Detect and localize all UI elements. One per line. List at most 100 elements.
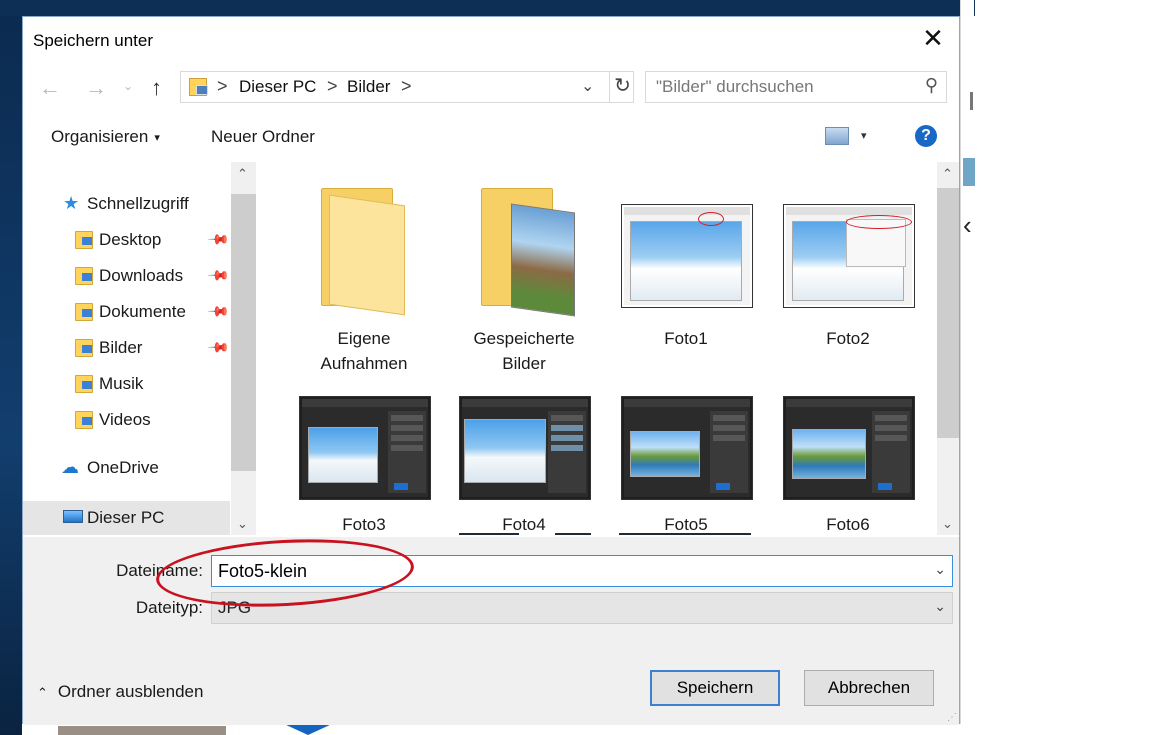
command-bar: Organisieren ▾ Neuer Ordner ▾ ? xyxy=(23,117,959,159)
pin-icon: 📌 xyxy=(207,335,231,359)
close-button[interactable]: ✕ xyxy=(915,23,951,55)
file-name: Gespeicherte xyxy=(473,329,575,348)
background-shape xyxy=(284,724,332,735)
folder-icon xyxy=(321,188,407,316)
music-folder-icon xyxy=(75,375,93,393)
image-thumbnail xyxy=(299,396,431,500)
image-tile[interactable]: Foto1 xyxy=(611,182,761,372)
partial-thumbnail xyxy=(459,533,519,535)
dialog-title: Speichern unter xyxy=(33,31,154,50)
organize-menu-button[interactable]: Organisieren ▾ xyxy=(51,127,160,147)
save-button[interactable]: Speichern xyxy=(650,670,780,706)
cloud-icon: ☁ xyxy=(61,457,79,477)
desktop-background-top xyxy=(0,0,975,16)
sidebar-item-onedrive[interactable]: ☁ OneDrive xyxy=(23,453,231,483)
search-input[interactable] xyxy=(646,72,916,102)
folder-with-photos-icon xyxy=(481,188,575,317)
partial-thumbnail xyxy=(555,533,591,535)
refresh-icon[interactable]: ↻ xyxy=(609,71,635,103)
pictures-folder-icon xyxy=(75,339,93,357)
breadcrumb-separator[interactable]: > xyxy=(217,76,228,97)
sidebar-item-dieser-pc[interactable]: Dieser PC xyxy=(23,501,230,535)
image-tile[interactable]: Foto2 xyxy=(773,182,923,372)
new-folder-button[interactable]: Neuer Ordner xyxy=(211,127,315,147)
recent-locations-chevron-icon[interactable]: ⌄ xyxy=(123,79,133,93)
scrollbar-thumb[interactable] xyxy=(231,194,256,471)
image-tile[interactable]: Foto3 xyxy=(289,362,439,534)
scroll-up-icon[interactable]: ⌃ xyxy=(237,166,248,182)
sidebar-item-videos[interactable]: Videos xyxy=(23,405,231,435)
file-name: Foto6 xyxy=(826,515,870,534)
file-name: Foto2 xyxy=(826,329,870,348)
cancel-button[interactable]: Abbrechen xyxy=(804,670,934,706)
background-window-edge: ‹ xyxy=(960,0,975,735)
desktop-background xyxy=(0,0,22,735)
image-thumbnail xyxy=(783,204,915,308)
desktop-folder-icon xyxy=(75,231,93,249)
image-thumbnail xyxy=(621,204,753,308)
file-list-scrollbar[interactable]: ⌃ ⌄ xyxy=(937,162,959,535)
help-button[interactable]: ? xyxy=(915,125,937,147)
sidebar-item-musik[interactable]: Musik xyxy=(23,369,231,399)
sidebar-item-dokumente[interactable]: Dokumente 📌 xyxy=(23,297,231,327)
chevron-left-icon: ‹ xyxy=(963,210,972,240)
caret-down-icon: ▾ xyxy=(154,132,160,145)
pin-icon: 📌 xyxy=(207,299,231,323)
breadcrumb-dieser-pc[interactable]: Dieser PC xyxy=(239,77,316,97)
background-window-bottom xyxy=(22,724,962,735)
save-options-panel: Dateiname: ⌄ Dateityp: JPG ⌄ ⌃Ordner aus… xyxy=(23,537,959,725)
view-options-caret-icon[interactable]: ▾ xyxy=(861,129,867,142)
scrollbar-thumb[interactable] xyxy=(937,188,959,438)
breadcrumb-separator[interactable]: > xyxy=(327,76,338,97)
filetype-label: Dateityp: xyxy=(135,598,203,617)
sidebar-item-label: Videos xyxy=(99,410,151,429)
back-arrow-icon[interactable]: ← xyxy=(39,75,61,101)
organize-label: Organisieren xyxy=(51,127,149,146)
folder-tile[interactable]: Gespeicherte Bilder xyxy=(449,182,599,373)
sidebar-item-label: Dokumente xyxy=(99,302,186,321)
background-divider xyxy=(970,92,973,110)
image-thumbnail xyxy=(459,396,591,500)
save-as-dialog: Speichern unter ✕ ← → ⌄ ↑ > Dieser PC > … xyxy=(22,16,960,725)
sidebar-item-label: Musik xyxy=(99,374,144,393)
scroll-up-icon[interactable]: ⌃ xyxy=(942,166,953,182)
background-image-fragment xyxy=(963,158,975,186)
sidebar-item-schnellzugriff[interactable]: ★ Schnellzugriff xyxy=(23,189,231,219)
navigation-scrollbar[interactable]: ⌃ ⌄ xyxy=(231,162,256,535)
sidebar-item-label: Bilder xyxy=(99,338,143,357)
image-tile[interactable]: Foto5 xyxy=(611,362,761,534)
title-bar: Speichern unter ✕ xyxy=(23,17,959,63)
image-thumbnail xyxy=(783,396,915,500)
scroll-down-icon[interactable]: ⌄ xyxy=(237,516,248,532)
address-history-chevron-icon[interactable]: ⌄ xyxy=(581,76,594,96)
sidebar-item-label: Desktop xyxy=(99,230,162,249)
pin-icon: 📌 xyxy=(207,263,231,287)
sidebar-item-downloads[interactable]: Downloads 📌 xyxy=(23,261,231,291)
folder-tile[interactable]: Eigene Aufnahmen xyxy=(289,182,439,373)
documents-folder-icon xyxy=(75,303,93,321)
scroll-down-icon[interactable]: ⌄ xyxy=(942,516,953,532)
change-view-icon[interactable] xyxy=(825,127,849,145)
address-bar[interactable]: > Dieser PC > Bilder > ⌄ ↻ xyxy=(180,71,634,103)
sidebar-item-label: Schnellzugriff xyxy=(87,194,189,213)
chevron-down-icon[interactable]: ⌄ xyxy=(934,561,946,578)
pictures-folder-icon xyxy=(189,78,208,96)
videos-folder-icon xyxy=(75,411,93,429)
chevron-down-icon[interactable]: ⌄ xyxy=(934,598,946,615)
sidebar-item-bilder[interactable]: Bilder 📌 xyxy=(23,333,231,363)
sidebar-item-label: Downloads xyxy=(99,266,184,285)
search-box[interactable]: ⚲ xyxy=(645,71,947,103)
image-tile[interactable]: Foto4 xyxy=(449,362,599,534)
hide-folders-toggle[interactable]: ⌃ Ordner ausblenden xyxy=(37,682,203,702)
navigation-pane: ★ Schnellzugriff Desktop 📌 Downloads 📌 D… xyxy=(23,162,256,535)
forward-arrow-icon[interactable]: → xyxy=(85,75,107,101)
search-icon[interactable]: ⚲ xyxy=(925,75,938,96)
breadcrumb-separator[interactable]: > xyxy=(401,76,412,97)
up-arrow-icon[interactable]: ↑ xyxy=(151,75,162,101)
sidebar-item-desktop[interactable]: Desktop 📌 xyxy=(23,225,231,255)
hide-folders-label: Ordner ausblenden xyxy=(57,682,204,701)
image-tile[interactable]: Foto6 xyxy=(773,362,923,534)
downloads-folder-icon xyxy=(75,267,93,285)
breadcrumb-bilder[interactable]: Bilder xyxy=(347,77,390,97)
resize-grip-icon[interactable]: ⋰ xyxy=(947,712,957,723)
